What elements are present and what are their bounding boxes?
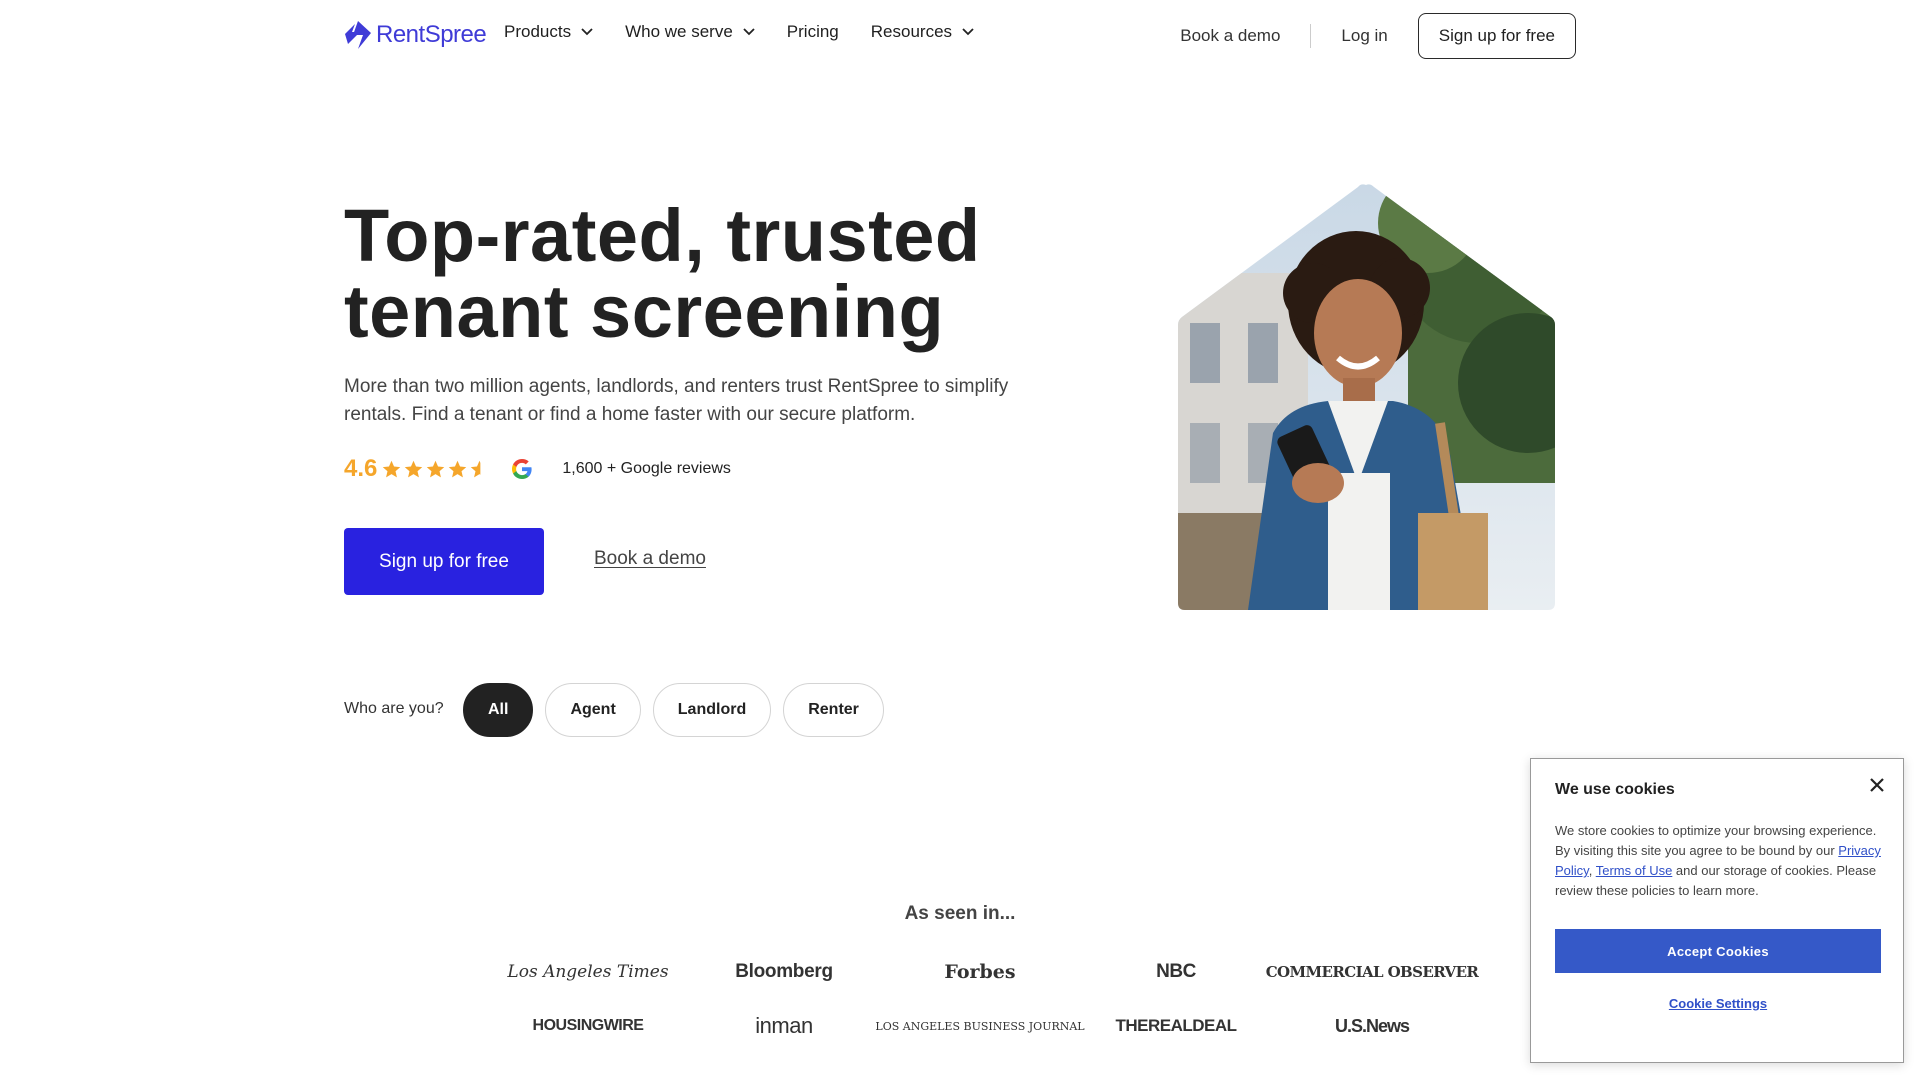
press-logo-nbc: NBC [1156, 961, 1196, 982]
google-reviews-count: 1,600 + Google reviews [562, 460, 731, 477]
cookie-settings-link[interactable]: Cookie Settings [1555, 996, 1881, 1011]
nav-who-we-serve[interactable]: Who we serve [625, 22, 755, 42]
close-icon-glyph [1870, 778, 1884, 792]
accept-cookies-button[interactable]: Accept Cookies [1555, 929, 1881, 973]
nav-links: Products Who we serve Pricing Resources [504, 22, 974, 42]
rating-row: 4.6 1,600 + Google reviews [344, 455, 731, 483]
star-icon [427, 460, 445, 477]
press-logo-bloomberg: Bloomberg [735, 961, 833, 982]
rating-value: 4.6 [344, 455, 378, 482]
hero-title: Top-rated, trusted tenant screening [344, 198, 1044, 350]
nav-divider [1310, 24, 1312, 48]
cookie-title: We use cookies [1555, 781, 1675, 798]
press-logo-inman: inman [755, 1013, 813, 1038]
cookie-body-comma: , [1588, 863, 1593, 878]
nav-login-link[interactable]: Log in [1341, 26, 1387, 46]
chevron-down-icon [743, 28, 755, 36]
press-logos: Los Angeles Times Bloomberg Forbes NBC C… [490, 960, 1479, 1038]
nav-book-demo-link[interactable]: Book a demo [1180, 26, 1280, 46]
google-icon [512, 459, 532, 479]
signup-button[interactable]: Sign up for free [344, 528, 544, 595]
book-demo-link[interactable]: Book a demo [594, 548, 706, 570]
half-star-icon [471, 460, 481, 477]
audience-pill-renter[interactable]: Renter [783, 683, 884, 737]
audience-pill-landlord[interactable]: Landlord [652, 683, 772, 737]
press-logo-commercial-observer: COMMERCIAL OBSERVER [1265, 963, 1479, 981]
press-logo-the-real-deal: THEREALDEAL [1115, 1016, 1237, 1035]
nav-resources[interactable]: Resources [871, 22, 974, 42]
hero-subtitle: More than two million agents, landlords,… [344, 376, 1009, 425]
hero-house-photo [1178, 184, 1555, 610]
nav-pricing-label: Pricing [786, 22, 839, 41]
cookie-banner: We use cookies We store cookies to optim… [1530, 758, 1904, 1063]
top-navigation: RentSpree Products Who we serve Pricing … [0, 0, 1920, 72]
press-logo-forbes: Forbes [944, 961, 1016, 983]
chevron-down-icon [581, 28, 593, 36]
nav-signup-button[interactable]: Sign up for free [1417, 13, 1576, 59]
audience-label: Who are you? [344, 700, 444, 717]
audience-pill-all[interactable]: All [463, 683, 534, 737]
audience-selector: All Agent Landlord Renter [463, 683, 884, 737]
terms-of-use-link[interactable]: Terms of Use [1596, 863, 1673, 878]
nav-actions: Book a demo Log in Sign up for free [1180, 13, 1576, 59]
press-logo-la-times: Los Angeles Times [507, 962, 669, 982]
star-rating [381, 459, 490, 480]
logo-text: RentSpree [376, 21, 487, 48]
nav-pricing[interactable]: Pricing [787, 22, 839, 42]
nav-resources-label: Resources [870, 22, 953, 41]
rentspree-logo-icon [345, 21, 371, 49]
chevron-down-icon [962, 28, 974, 36]
star-icon [383, 460, 401, 477]
nav-who-we-serve-label: Who we serve [625, 22, 733, 41]
cookie-body: We store cookies to optimize your browsi… [1555, 821, 1885, 901]
cookie-body-text: We store cookies to optimize your browsi… [1555, 823, 1877, 858]
rentspree-logo[interactable]: RentSpree [344, 20, 487, 50]
press-logo-la-business-journal: LOS ANGELES BUSINESS JOURNAL [875, 1019, 1085, 1033]
press-logo-us-news: U.S.News [1334, 1015, 1410, 1036]
audience-pill-agent[interactable]: Agent [545, 683, 641, 737]
star-icon [449, 460, 467, 477]
star-icon [405, 460, 423, 477]
hero-title-line2: tenant screening [344, 270, 945, 353]
hero-title-line1: Top-rated, trusted [344, 194, 981, 277]
close-icon[interactable] [1865, 773, 1889, 797]
nav-products[interactable]: Products [504, 22, 593, 42]
nav-products-label: Products [504, 22, 572, 41]
press-logo-housingwire: HOUSINGWIRE [532, 1017, 644, 1034]
